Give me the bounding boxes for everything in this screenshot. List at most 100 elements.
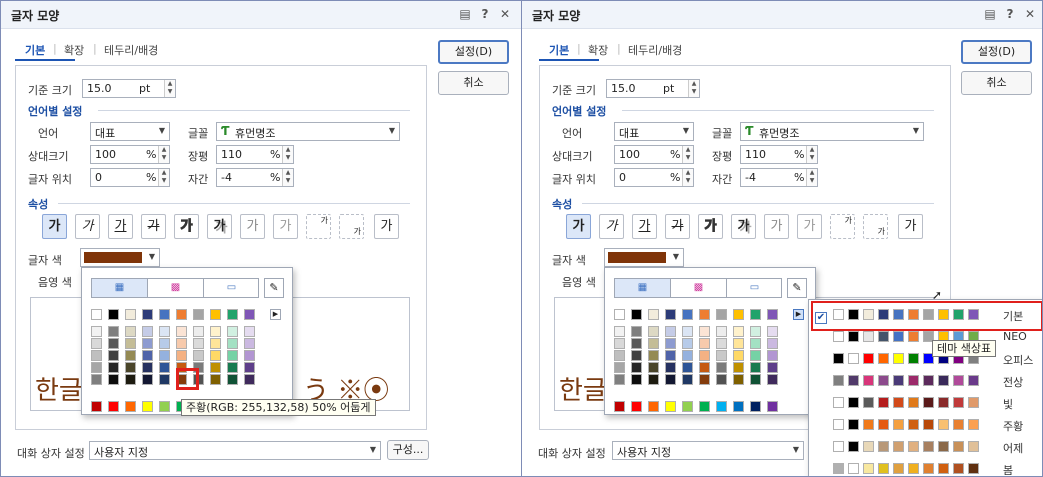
shade-swatch[interactable] <box>614 338 625 349</box>
color-swatch[interactable] <box>631 309 642 320</box>
shade-swatch[interactable] <box>159 350 170 361</box>
comment-icon[interactable]: ▤ <box>982 7 998 21</box>
tab-extended[interactable]: 확장 <box>588 42 608 58</box>
theme-swatch[interactable] <box>953 441 964 452</box>
theme-swatch[interactable] <box>938 419 949 430</box>
shade-swatch[interactable] <box>91 362 102 373</box>
theme-swatch[interactable] <box>848 419 859 430</box>
standard-color-swatch[interactable] <box>733 401 744 412</box>
theme-swatch[interactable] <box>848 331 859 342</box>
theme-swatch[interactable] <box>878 331 889 342</box>
help-icon[interactable]: ? <box>1002 7 1018 21</box>
ok-button[interactable]: 설정(D) <box>438 40 509 64</box>
theme-swatch[interactable] <box>938 463 949 474</box>
theme-swatch[interactable] <box>908 353 919 364</box>
standard-color-swatch[interactable] <box>108 401 119 412</box>
superscript-button[interactable]: 가 <box>830 214 855 239</box>
palette-grid-tab[interactable]: ▦ <box>615 279 671 297</box>
shade-swatch[interactable] <box>631 362 642 373</box>
italic-button[interactable]: 가 <box>599 214 624 239</box>
cancel-button[interactable]: 취소 <box>438 71 509 95</box>
theme-swatch[interactable] <box>833 375 844 386</box>
shade-swatch[interactable] <box>665 338 676 349</box>
shade-swatch[interactable] <box>614 374 625 385</box>
theme-swatch[interactable] <box>863 397 874 408</box>
shade-swatch[interactable] <box>682 350 693 361</box>
shade-swatch[interactable] <box>631 326 642 337</box>
standard-color-swatch[interactable] <box>125 401 136 412</box>
theme-row[interactable]: 빛 <box>809 394 1042 412</box>
color-swatch[interactable] <box>91 309 102 320</box>
color-swatch[interactable] <box>716 309 727 320</box>
shade-swatch[interactable] <box>699 350 710 361</box>
shade-swatch[interactable] <box>227 362 238 373</box>
spectrum-tab[interactable]: ▩ <box>671 279 727 297</box>
shade-swatch[interactable] <box>631 338 642 349</box>
shade-swatch[interactable] <box>699 374 710 385</box>
shade-swatch[interactable] <box>648 374 659 385</box>
theme-row[interactable]: 주황 <box>809 416 1042 434</box>
theme-swatch[interactable] <box>923 419 934 430</box>
shade-swatch[interactable] <box>125 350 136 361</box>
shade-swatch[interactable] <box>176 350 187 361</box>
theme-swatch[interactable] <box>863 441 874 452</box>
normal-button[interactable]: 가 <box>374 214 399 239</box>
shade-swatch[interactable] <box>750 350 761 361</box>
color-swatch[interactable] <box>767 309 778 320</box>
theme-swatch[interactable] <box>968 419 979 430</box>
font-select[interactable]: Ƭ 휴먼명조 ▼ <box>216 122 400 141</box>
theme-swatch[interactable] <box>878 375 889 386</box>
theme-swatch[interactable] <box>878 441 889 452</box>
spacing-spinner[interactable]: ▲ ▼ <box>806 169 817 186</box>
theme-swatch[interactable] <box>833 419 844 430</box>
shade-swatch[interactable] <box>142 326 153 337</box>
theme-swatch[interactable] <box>863 331 874 342</box>
theme-swatch[interactable] <box>863 419 874 430</box>
theme-swatch[interactable] <box>848 397 859 408</box>
shade-swatch[interactable] <box>244 374 255 385</box>
color-swatch[interactable] <box>733 309 744 320</box>
shade-swatch[interactable] <box>648 326 659 337</box>
theme-swatch[interactable] <box>863 463 874 474</box>
color-swatch[interactable] <box>125 309 136 320</box>
close-icon[interactable]: ✕ <box>1022 7 1038 21</box>
standard-color-swatch[interactable] <box>682 401 693 412</box>
standard-color-swatch[interactable] <box>665 401 676 412</box>
image-tab[interactable]: ▭ <box>727 279 782 297</box>
spacing-field[interactable]: -4 % ▲ ▼ <box>216 168 294 187</box>
color-swatch[interactable] <box>159 309 170 320</box>
theme-swatch[interactable] <box>938 441 949 452</box>
standard-color-swatch[interactable] <box>631 401 642 412</box>
selected-swatch-highlight[interactable] <box>176 368 199 390</box>
standard-color-swatch[interactable] <box>750 401 761 412</box>
emboss-button[interactable]: 가 <box>240 214 265 239</box>
shade-swatch[interactable] <box>716 338 727 349</box>
rel-size-field[interactable]: 100 % ▲ ▼ <box>614 145 694 164</box>
ratio-spinner[interactable]: ▲ ▼ <box>282 146 293 163</box>
strikeout-button[interactable]: 가 <box>141 214 166 239</box>
shade-swatch[interactable] <box>665 326 676 337</box>
shade-swatch[interactable] <box>210 374 221 385</box>
shade-swatch[interactable] <box>125 362 136 373</box>
tab-border-bg[interactable]: 테두리/배경 <box>628 42 682 58</box>
tab-basic[interactable]: 기본 <box>549 42 569 58</box>
tab-extended[interactable]: 확장 <box>64 42 84 58</box>
standard-color-swatch[interactable] <box>767 401 778 412</box>
shade-swatch[interactable] <box>699 326 710 337</box>
theme-swatch[interactable] <box>953 375 964 386</box>
shade-swatch[interactable] <box>682 362 693 373</box>
theme-swatch[interactable] <box>908 375 919 386</box>
rel-size-field[interactable]: 100 % ▲ ▼ <box>90 145 170 164</box>
color-swatch[interactable] <box>750 309 761 320</box>
theme-swatch[interactable] <box>908 331 919 342</box>
dialog-settings-select[interactable]: 사용자 지정 ▼ <box>89 441 381 460</box>
shade-swatch[interactable] <box>159 326 170 337</box>
ratio-field[interactable]: 110 % ▲ ▼ <box>216 145 294 164</box>
language-select[interactable]: 대표 ▼ <box>90 122 170 141</box>
italic-button[interactable]: 가 <box>75 214 100 239</box>
theme-swatch[interactable] <box>908 441 919 452</box>
shadow-button[interactable]: 가 <box>731 214 756 239</box>
shade-swatch[interactable] <box>614 350 625 361</box>
color-swatch[interactable] <box>682 309 693 320</box>
shade-swatch[interactable] <box>699 362 710 373</box>
